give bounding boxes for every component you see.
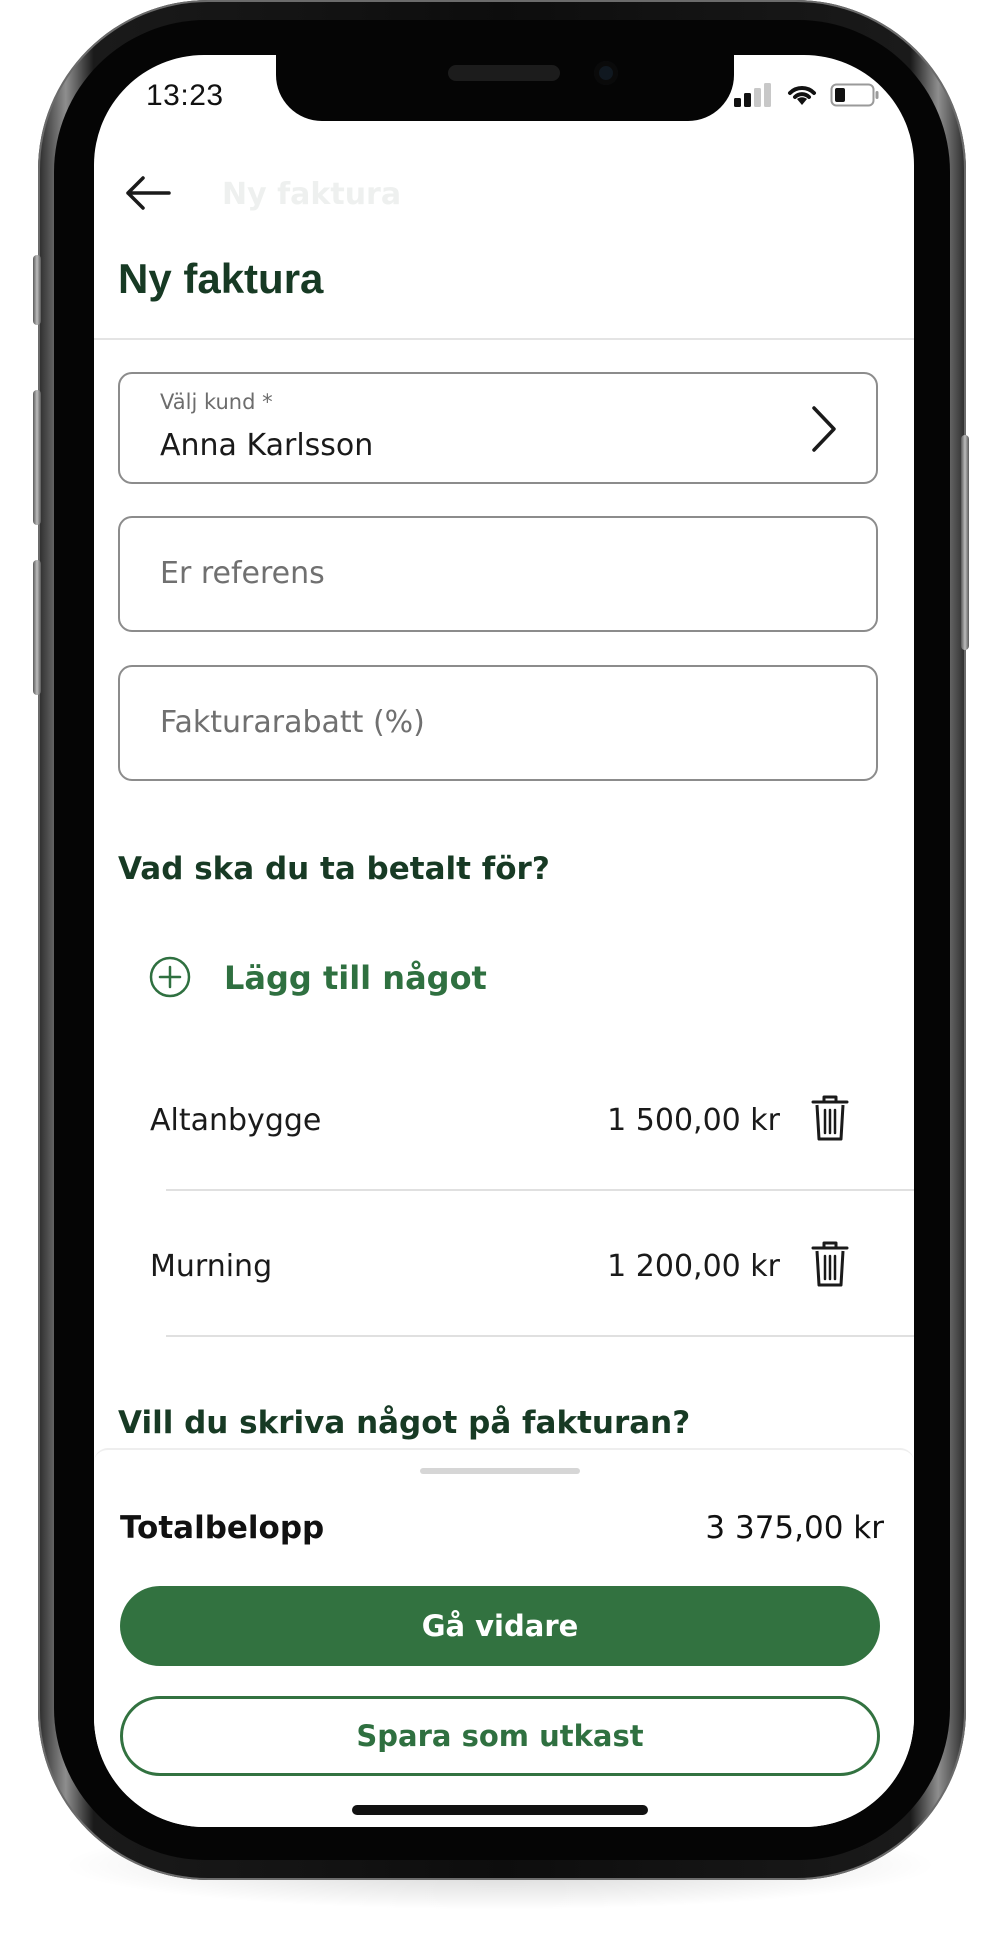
- notch: [276, 55, 734, 121]
- item-divider: [166, 1335, 914, 1337]
- speaker-grille: [448, 65, 560, 81]
- side-button-silent: [33, 255, 41, 325]
- plus-circle-icon: [149, 956, 191, 998]
- back-button[interactable]: [118, 163, 178, 223]
- sheet-grabber[interactable]: [420, 1468, 580, 1474]
- total-value: 3 375,00 kr: [705, 1510, 884, 1546]
- device-mockup: 13:23 Ny faktura Ny faktura Välj kund * …: [0, 0, 998, 1948]
- save-draft-button[interactable]: Spara som utkast: [120, 1696, 880, 1776]
- item-price: 1 500,00 kr: [607, 1103, 780, 1138]
- chevron-right-icon: [812, 406, 836, 452]
- trash-icon[interactable]: [810, 1093, 850, 1143]
- continue-button[interactable]: Gå vidare: [120, 1586, 880, 1666]
- item-divider: [166, 1189, 914, 1191]
- customer-select-value: Anna Karlsson: [160, 428, 374, 463]
- invoice-discount-field[interactable]: Fakturarabatt (%): [118, 665, 878, 781]
- page-title: Ny faktura: [118, 255, 324, 302]
- summary-sheet: Totalbelopp 3 375,00 kr Gå vidare Spara …: [94, 1448, 914, 1827]
- status-time: 13:23: [146, 79, 224, 112]
- collapsed-header-title: Ny faktura: [222, 177, 402, 212]
- add-item-label: Lägg till något: [224, 959, 487, 997]
- header-divider: [94, 338, 914, 340]
- side-button-volume-down: [33, 560, 41, 695]
- item-name: Murning: [150, 1249, 273, 1284]
- front-camera: [594, 61, 618, 85]
- home-indicator: [352, 1805, 648, 1815]
- item-price: 1 200,00 kr: [607, 1249, 780, 1284]
- reference-placeholder: Er referens: [160, 556, 325, 591]
- battery-icon: [830, 83, 879, 107]
- total-label: Totalbelopp: [120, 1510, 325, 1546]
- status-icons: [734, 83, 880, 107]
- top-bar: Ny faktura: [118, 163, 898, 223]
- list-item[interactable]: Altanbygge 1 500,00 kr: [150, 1051, 914, 1191]
- notes-heading: Vill du skriva något på fakturan?: [118, 1405, 691, 1441]
- trash-icon[interactable]: [810, 1239, 850, 1289]
- list-item[interactable]: Murning 1 200,00 kr: [150, 1197, 914, 1337]
- customer-select[interactable]: Välj kund * Anna Karlsson: [118, 372, 878, 484]
- reference-field[interactable]: Er referens: [118, 516, 878, 632]
- customer-select-label: Välj kund *: [160, 390, 273, 414]
- cellular-signal-icon: [734, 83, 771, 107]
- app-screen: 13:23 Ny faktura Ny faktura Välj kund * …: [94, 55, 914, 1827]
- wifi-icon: [788, 86, 816, 105]
- item-name: Altanbygge: [150, 1103, 322, 1138]
- invoice-discount-placeholder: Fakturarabatt (%): [160, 705, 425, 740]
- arrow-left-icon: [126, 176, 171, 210]
- items-heading: Vad ska du ta betalt för?: [118, 851, 550, 887]
- side-button-volume-up: [33, 390, 41, 525]
- side-button-power: [961, 435, 969, 650]
